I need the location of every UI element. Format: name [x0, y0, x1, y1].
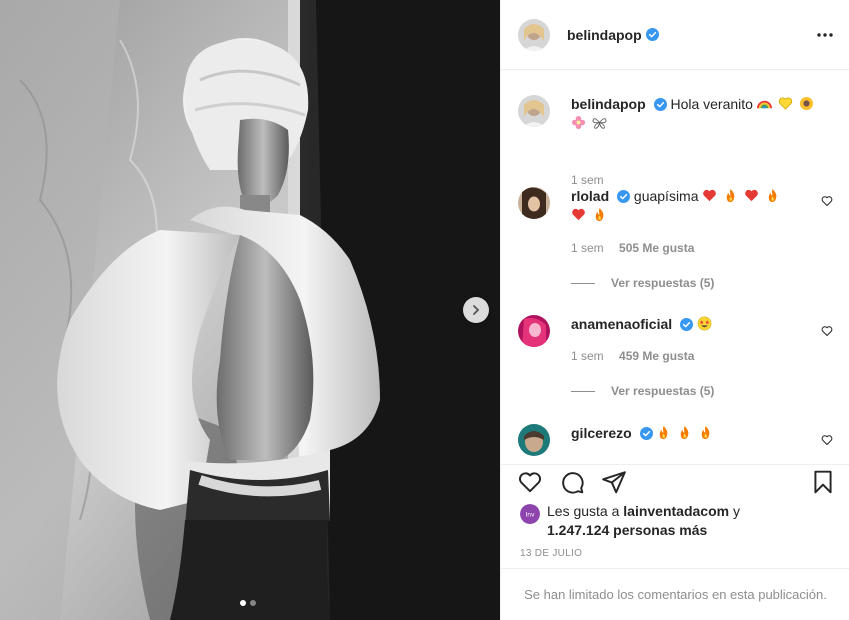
comment-item: rlolad guapísima 1 sem 505 Me gusta Ver …: [518, 187, 833, 297]
view-replies-button[interactable]: Ver respuestas (5): [571, 384, 714, 398]
replies-divider: [571, 282, 595, 284]
chevron-right-icon: [473, 305, 480, 315]
likes-summary: Inv Les gusta a lainventadacom y 1.247.1…: [520, 500, 840, 540]
comment-likes[interactable]: 459 Me gusta: [619, 349, 694, 363]
star-struck-emoji: [697, 316, 712, 331]
comment-likes[interactable]: 505 Me gusta: [619, 241, 694, 255]
limited-comments-notice: Se han limitado los comentarios en esta …: [501, 568, 849, 620]
likes-text: Les gusta a lainventadacom y 1.247.124 p…: [547, 502, 740, 540]
view-replies-label: Ver respuestas (5): [611, 276, 715, 290]
comment-meta: 1 sem 505 Me gusta: [571, 241, 694, 255]
caption-meta: 1 sem: [571, 173, 604, 187]
author-username[interactable]: belindapop: [567, 27, 642, 43]
post-photo[interactable]: [0, 0, 500, 620]
liker-username[interactable]: lainventadacom: [623, 503, 729, 519]
comment-text: guapísima: [633, 188, 699, 204]
paper-plane-icon: [602, 471, 626, 494]
commenter-avatar[interactable]: [518, 424, 550, 456]
share-button[interactable]: [601, 469, 627, 498]
like-button[interactable]: [517, 469, 543, 498]
blossom-emoji: [571, 115, 586, 130]
likes-connector: y: [733, 503, 740, 519]
likes-prefix: Les gusta a: [547, 503, 620, 519]
post-date[interactable]: 13 DE JULIO: [520, 548, 582, 559]
fire-emoji: [768, 188, 777, 203]
comment-username[interactable]: gilcerezo: [571, 425, 632, 441]
heart-outline-icon: [518, 472, 542, 493]
view-replies-button[interactable]: Ver respuestas (5): [571, 276, 714, 290]
red-heart-emoji: [703, 189, 717, 202]
comment-like-button[interactable]: [821, 195, 833, 210]
fire-emoji: [660, 425, 668, 440]
post-header: belindapop: [501, 0, 849, 70]
commenter-avatar[interactable]: [518, 187, 550, 219]
comment-like-button[interactable]: [821, 434, 833, 449]
verified-badge-icon: [645, 28, 659, 41]
caption-text: Hola veranito: [670, 96, 753, 112]
comment-body: anamenaoficial: [571, 315, 816, 334]
caption-username[interactable]: belindapop: [571, 96, 646, 112]
comment-body: rlolad guapísima: [571, 187, 816, 225]
butterfly-emoji: [592, 118, 607, 129]
comment-icon: [562, 472, 584, 494]
sunflower-emoji: [799, 96, 813, 111]
comment-time[interactable]: 1 sem: [571, 349, 604, 363]
caption-body: belindapop Hola veranito: [571, 95, 816, 133]
heart-outline-icon: [821, 326, 833, 336]
comment-body: gilcerezo: [571, 424, 816, 443]
heart-outline-icon: [821, 435, 833, 445]
action-bar: [501, 464, 849, 500]
comment-button[interactable]: [559, 469, 585, 498]
replies-divider: [571, 390, 595, 392]
comment-item: anamenaoficial 1 sem 459 Me gusta Ver re…: [518, 315, 833, 415]
photo-image: [0, 0, 500, 620]
carousel-dot: [250, 600, 256, 606]
next-photo-button[interactable]: [463, 297, 489, 323]
red-heart-emoji: [572, 208, 585, 221]
verified-badge-icon: [639, 427, 653, 440]
comment-meta: 1 sem 459 Me gusta: [571, 349, 694, 363]
carousel-dot-active: [240, 600, 246, 606]
view-replies-label: Ver respuestas (5): [611, 384, 715, 398]
comment-username[interactable]: rlolad: [571, 188, 609, 204]
more-options-button[interactable]: [816, 26, 834, 47]
save-button[interactable]: [810, 469, 836, 498]
caption-avatar[interactable]: [518, 95, 550, 127]
fire-emoji: [595, 207, 604, 222]
comment-time[interactable]: 1 sem: [571, 241, 604, 255]
caption: belindapop Hola veranito 1 sem: [518, 95, 833, 187]
likes-count[interactable]: 1.247.124 personas más: [547, 522, 707, 538]
comments-list[interactable]: belindapop Hola veranito 1 sem rlolad gu…: [501, 71, 849, 464]
comment-like-button[interactable]: [821, 325, 833, 340]
comment-username[interactable]: anamenaoficial: [571, 316, 672, 332]
fire-emoji: [727, 188, 735, 203]
ellipsis-icon: [817, 33, 833, 37]
rainbow-emoji: [756, 100, 772, 109]
verified-badge-icon: [653, 98, 667, 111]
comment-item: gilcerezo: [518, 424, 833, 464]
commenter-avatar[interactable]: [518, 315, 550, 347]
red-heart-emoji: [745, 189, 758, 202]
liker-avatar[interactable]: Inv: [520, 504, 540, 524]
heart-outline-icon: [821, 196, 833, 206]
carousel-dots: [240, 600, 256, 606]
svg-text:Inv: Inv: [525, 512, 535, 519]
caption-time[interactable]: 1 sem: [571, 173, 604, 187]
bookmark-icon: [814, 470, 832, 494]
verified-badge-icon: [617, 190, 631, 203]
yellow-heart-emoji: [778, 97, 792, 110]
post-panel: belindapop belindapop Hola veranito 1 se…: [500, 0, 849, 620]
fire-emoji: [702, 425, 710, 440]
author-avatar[interactable]: [518, 18, 550, 51]
verified-badge-icon: [680, 318, 694, 331]
fire-emoji: [681, 425, 689, 440]
